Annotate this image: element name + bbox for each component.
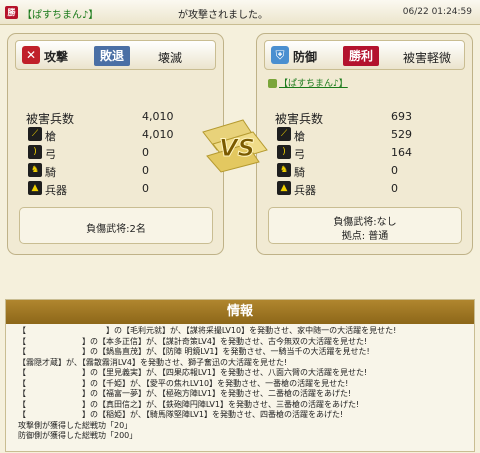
- defender-link[interactable]: 【ぱすちまん♪】: [279, 79, 348, 89]
- attacker-footer: 負傷武将:2名: [19, 207, 213, 244]
- info-line: 【 】の【福富一夢】が、【極砲方陣LV1】を発動させ、二番槍の活躍をあげた!: [18, 389, 352, 398]
- info-line: 攻撃側が獲得した総戦功「20」: [18, 420, 133, 430]
- vs-text: VS: [219, 134, 255, 162]
- unit-row: ) 弓 0: [26, 144, 216, 162]
- info-line: 【霧隠才蔵】が、【霧散霧消LV4】を発動させ、獅子奮迅の大活躍を見せた!: [18, 357, 288, 367]
- bow-icon: ): [277, 145, 291, 159]
- attacker-result-badge: 敗退: [94, 46, 131, 66]
- unit-row: ♞ 騎 0: [275, 162, 465, 180]
- info-line: 【 】の【本多正信】が、【謀計奇策LV4】を発動させ、古今無双の大活躍を見せた!: [18, 336, 368, 346]
- info-line: 【 】の【真田信之】が、【鉄砲陣円陣LV1】を発動させ、三番槍の活躍をあげた!: [18, 399, 360, 409]
- info-line: 【 】の【千姫】が、【愛平の焦れLV10】を発動させ、一番槍の活躍を見せた!: [18, 378, 349, 388]
- unit-value: 529: [391, 128, 412, 141]
- attacker-role: 攻撃: [44, 50, 69, 64]
- info-lines: 【 】の【毛利元就】が、【謀将采撮LV10】を発動させ、家中随一の大活躍を見せた…: [18, 326, 470, 442]
- unit-label: 槍: [294, 130, 305, 143]
- defender-footer: 負傷武将:なし 拠点: 普通: [268, 207, 462, 244]
- attacker-name[interactable]: 【ぱすちまん♪】: [22, 6, 98, 21]
- battle-info-box: 情報 【 】の【毛利元就】が、【謀将采撮LV10】を発動させ、家中随一の大活躍を…: [5, 299, 475, 452]
- total-label: 被害兵数: [26, 112, 75, 126]
- info-line: 【 】の【稲姫】が、【騎馬隊堅陣LV1】を発動させ、四番槍の活躍をあげた!: [18, 410, 344, 419]
- unit-row: ♞ 騎 0: [26, 162, 216, 180]
- win-badge: 勝: [5, 6, 18, 19]
- player-icon: [268, 79, 277, 88]
- defender-role: 防御: [293, 50, 318, 64]
- info-line: 【 】の【里見義実】が、【四果応報LV1】を発動させ、八面六臂の大活躍を見せた!: [18, 368, 368, 377]
- unit-value: 0: [142, 164, 149, 177]
- unit-row: ▲ 兵器 0: [275, 180, 465, 198]
- attacker-total-row: 被害兵数 4,010: [26, 108, 216, 126]
- unit-label: 兵器: [45, 184, 67, 197]
- horse-icon: ♞: [28, 163, 42, 177]
- attack-swords-icon: ✕: [22, 46, 40, 64]
- unit-label: 弓: [294, 148, 305, 161]
- attacker-header: ✕ 攻撃 敗退 壊滅: [15, 40, 216, 70]
- info-line: 【 】の【鍋島直茂】が、【防陣 明鏡LV1】を発動させ、一騎当千の大活躍を見せた…: [18, 347, 370, 356]
- injured-generals: 負傷武将:2名: [86, 224, 146, 235]
- total-value: 4,010: [142, 110, 174, 123]
- total-value: 693: [391, 110, 412, 123]
- defender-total-row: 被害兵数 693: [275, 108, 465, 126]
- horse-icon: ♞: [277, 163, 291, 177]
- report-message: が攻撃されました。: [178, 10, 268, 21]
- unit-value: 0: [142, 182, 149, 195]
- attacker-link[interactable]: 【ぱすちまん♪】: [22, 10, 98, 21]
- info-line: 【 】の【毛利元就】が、【謀将采撮LV10】を発動させ、家中随一の大活躍を見せた…: [18, 326, 397, 335]
- defender-result-badge: 勝利: [343, 46, 380, 66]
- unit-value: 4,010: [142, 128, 174, 141]
- info-line: 防御側が獲得した総戦功「200」: [18, 431, 138, 440]
- defender-status: 被害軽微: [403, 51, 452, 65]
- unit-row: ⟋ 槍 4,010: [26, 126, 216, 144]
- spear-icon: ⟋: [277, 127, 291, 141]
- vs-emblem: VS: [202, 119, 268, 173]
- unit-value: 164: [391, 146, 412, 159]
- info-title: 情報: [6, 300, 474, 324]
- base-status: 拠点: 普通: [341, 231, 389, 242]
- siege-icon: ▲: [28, 181, 42, 195]
- unit-label: 弓: [45, 148, 56, 161]
- defend-castle-icon: ⛨: [271, 46, 289, 64]
- unit-label: 騎: [45, 166, 56, 179]
- defender-header: ⛨ 防御 勝利 被害軽微: [264, 40, 465, 70]
- total-label: 被害兵数: [275, 112, 324, 126]
- defender-hero[interactable]: 【ぱすちまん♪】: [268, 76, 348, 89]
- attacker-panel: ✕ 攻撃 敗退 壊滅 被害兵数 4,010 ⟋ 槍 4,010 ) 弓 0 ♞ …: [7, 33, 224, 255]
- unit-value: 0: [391, 182, 398, 195]
- unit-value: 0: [391, 164, 398, 177]
- bow-icon: ): [28, 145, 42, 159]
- unit-row: ) 弓 164: [275, 144, 465, 162]
- unit-label: 騎: [294, 166, 305, 179]
- battle-report-topbar: 勝 【ぱすちまん♪】 が攻撃されました。 06/22 01:24:59: [0, 0, 480, 25]
- unit-row: ▲ 兵器 0: [26, 180, 216, 198]
- unit-value: 0: [142, 146, 149, 159]
- unit-label: 槍: [45, 130, 56, 143]
- report-timestamp: 06/22 01:24:59: [402, 7, 472, 17]
- defender-panel: ⛨ 防御 勝利 被害軽微 【ぱすちまん♪】 被害兵数 693 ⟋ 槍 529 )…: [256, 33, 473, 255]
- unit-label: 兵器: [294, 184, 316, 197]
- unit-row: ⟋ 槍 529: [275, 126, 465, 144]
- spear-icon: ⟋: [28, 127, 42, 141]
- attacker-status: 壊滅: [158, 51, 183, 65]
- siege-icon: ▲: [277, 181, 291, 195]
- injured-generals: 負傷武将:なし: [333, 217, 397, 228]
